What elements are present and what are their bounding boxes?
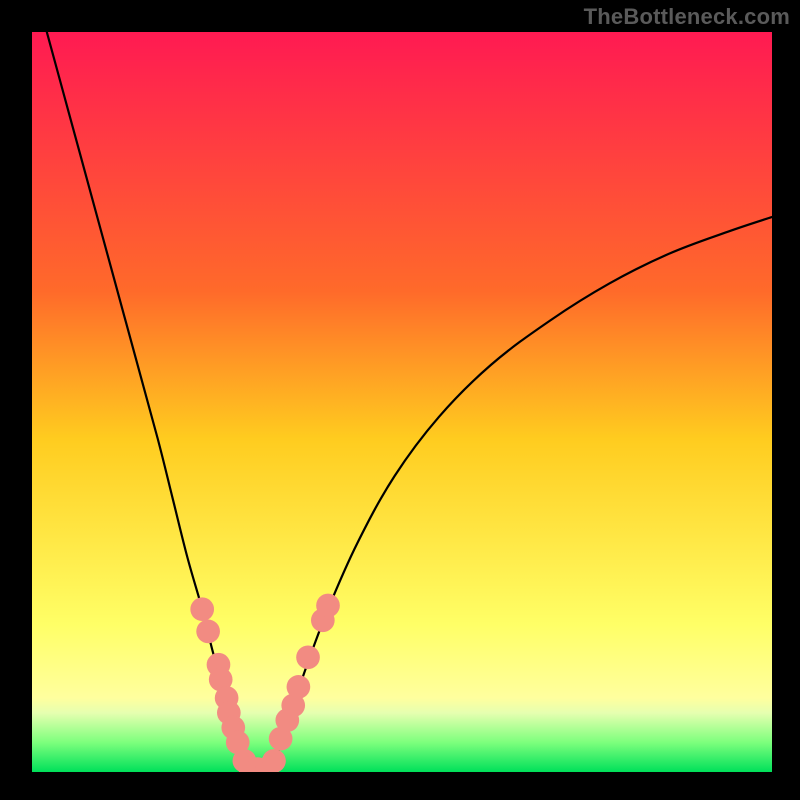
bead-point: [196, 620, 220, 644]
gradient-background: [32, 32, 772, 772]
bead-point: [190, 597, 214, 621]
watermark-text: TheBottleneck.com: [584, 4, 790, 30]
bead-point: [316, 594, 340, 618]
bead-point: [262, 749, 286, 772]
bead-point: [287, 675, 311, 699]
chart-plot-area: [32, 32, 772, 772]
bead-point: [296, 645, 320, 669]
chart-canvas: [32, 32, 772, 772]
chart-frame: TheBottleneck.com: [0, 0, 800, 800]
